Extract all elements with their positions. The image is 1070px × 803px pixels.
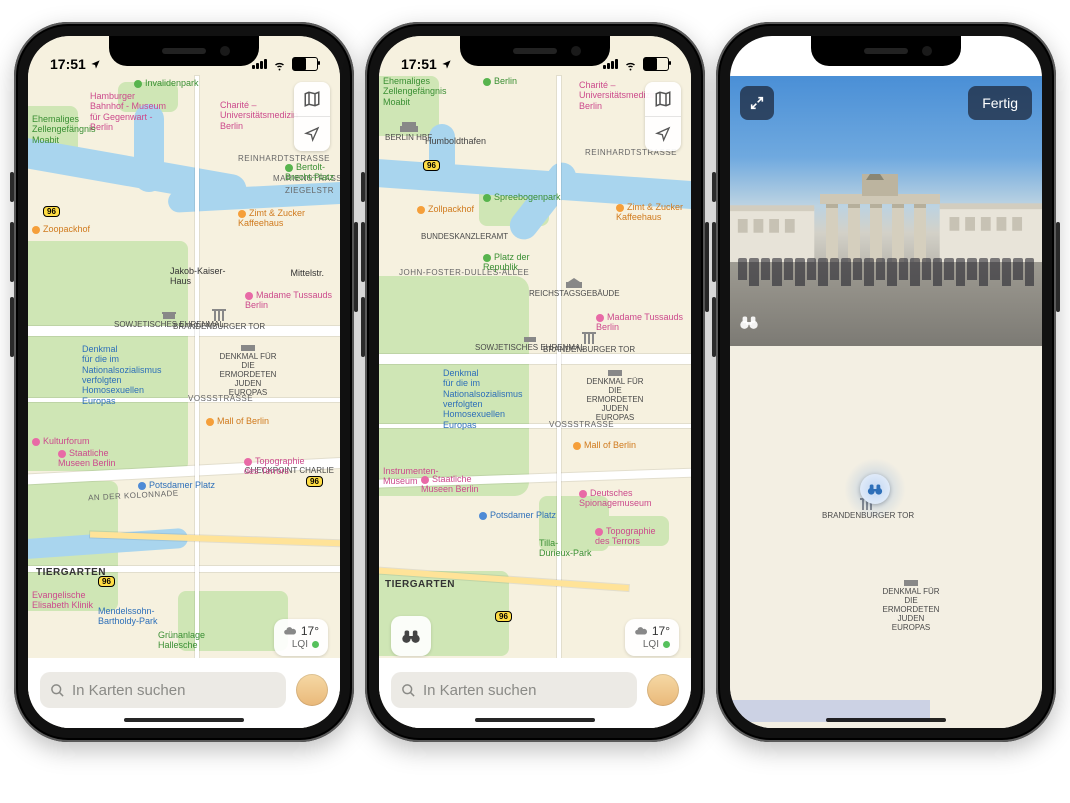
poi-label[interactable]: Ehemaliges Zellengefängnis Moabit bbox=[32, 114, 96, 145]
phone-3: 17:52 bbox=[716, 22, 1056, 742]
search-placeholder: In Karten suchen bbox=[72, 682, 185, 699]
district-label: TIERGARTEN bbox=[385, 579, 455, 590]
poi-label[interactable]: Jakob-Kaiser- Haus bbox=[170, 266, 226, 287]
poi-label[interactable]: Charité – Universitätsmedizin Berlin bbox=[220, 100, 298, 131]
battery-icon bbox=[994, 57, 1020, 71]
aqi-indicator-icon bbox=[663, 641, 670, 648]
location-services-icon bbox=[441, 59, 452, 70]
monument-label: DENKMAL FÜR DIE ERMORDETEN JUDEN EUROPAS bbox=[218, 341, 278, 397]
map-controls bbox=[294, 82, 330, 151]
poi-label[interactable]: Topographie des Terrors bbox=[595, 526, 656, 547]
lookaround-viewport[interactable]: Fertig bbox=[730, 76, 1042, 346]
poi-label[interactable]: Humboldthafen bbox=[425, 136, 486, 146]
battery-icon bbox=[643, 57, 669, 71]
phone-2: 17:51 96 96 TIER bbox=[365, 22, 705, 742]
cell-signal-icon bbox=[252, 59, 267, 69]
poi-label[interactable]: Topographie des Terrors bbox=[244, 456, 305, 477]
poi-label[interactable]: Zimt & Zucker Kaffeehaus bbox=[616, 202, 683, 223]
route-shield: 96 bbox=[306, 476, 323, 487]
poi-label[interactable]: Zoopackhof bbox=[32, 224, 90, 234]
monument-label: BUNDESKANZLERAMT bbox=[421, 232, 508, 241]
map-view[interactable]: BRANDENBURGER TOR DENKMAL FÜR DIE ERMORD… bbox=[730, 346, 1042, 728]
cloud-icon bbox=[634, 624, 648, 638]
poi-label[interactable]: Denkmal für die im Nationalsozialismus v… bbox=[82, 344, 162, 406]
poi-label[interactable]: Zimt & Zucker Kaffeehaus bbox=[238, 208, 305, 229]
poi-label[interactable]: Mendelssohn- Bartholdy-Park bbox=[98, 606, 158, 627]
brandenburg-gate-illustration bbox=[820, 174, 940, 268]
wifi-icon bbox=[272, 57, 287, 72]
profile-avatar[interactable] bbox=[296, 674, 328, 706]
poi-label[interactable]: Deutsches Spionagemuseum bbox=[579, 488, 652, 509]
status-time: 17:51 bbox=[50, 56, 86, 72]
status-time: 17:52 bbox=[752, 56, 788, 72]
search-icon bbox=[50, 683, 65, 698]
route-shield: 96 bbox=[423, 160, 440, 171]
location-services-icon bbox=[792, 59, 803, 70]
poi-label[interactable]: Tilla- Durieux-Park bbox=[539, 538, 592, 559]
map-mode-button[interactable] bbox=[294, 82, 330, 116]
poi-label[interactable]: Zollpackhof bbox=[417, 204, 474, 214]
route-shield: 96 bbox=[495, 611, 512, 622]
poi-label[interactable]: Madame Tussauds Berlin bbox=[596, 312, 683, 333]
home-indicator[interactable] bbox=[124, 718, 244, 722]
poi-label[interactable]: Kulturforum bbox=[32, 436, 90, 446]
status-time: 17:51 bbox=[401, 56, 437, 72]
weather-badge[interactable]: 17° LQI bbox=[274, 619, 328, 657]
search-icon bbox=[401, 683, 416, 698]
map-controls bbox=[645, 82, 681, 151]
poi-label[interactable]: Mittelstr. bbox=[290, 268, 324, 278]
locate-me-button[interactable] bbox=[294, 116, 330, 151]
cell-signal-icon bbox=[603, 59, 618, 69]
poi-label[interactable]: Madame Tussauds Berlin bbox=[245, 290, 332, 311]
locate-me-button[interactable] bbox=[645, 116, 681, 151]
poi-label[interactable]: Mall of Berlin bbox=[573, 440, 636, 450]
cloud-icon bbox=[283, 624, 297, 638]
monument-label: DENKMAL FÜR DIE ERMORDETEN JUDEN EUROPAS bbox=[880, 576, 942, 632]
profile-avatar[interactable] bbox=[647, 674, 679, 706]
poi-label[interactable]: Mall of Berlin bbox=[206, 416, 269, 426]
home-indicator[interactable] bbox=[475, 718, 595, 722]
search-placeholder: In Karten suchen bbox=[423, 682, 536, 699]
poi-label[interactable]: Potsdamer Platz bbox=[138, 480, 215, 490]
location-services-icon bbox=[90, 59, 101, 70]
route-shield: 96 bbox=[43, 206, 60, 217]
poi-label[interactable]: Denkmal für die im Nationalsozialismus v… bbox=[443, 368, 523, 430]
weather-badge[interactable]: 17° LQI bbox=[625, 619, 679, 657]
lookaround-button[interactable] bbox=[391, 616, 431, 656]
expand-button[interactable] bbox=[740, 86, 774, 120]
binoculars-icon bbox=[738, 311, 760, 338]
done-button[interactable]: Fertig bbox=[968, 86, 1032, 120]
lookaround-location-puck[interactable] bbox=[860, 474, 890, 504]
poi-label[interactable]: Spreebogenpark bbox=[483, 192, 561, 202]
poi-label[interactable]: Instrumenten- Museum bbox=[383, 466, 439, 487]
cell-signal-icon bbox=[954, 59, 969, 69]
search-input[interactable]: In Karten suchen bbox=[391, 672, 637, 708]
poi-label[interactable]: Grünanlage Hallesche bbox=[158, 630, 205, 651]
poi-label[interactable]: Platz der Republik bbox=[483, 252, 530, 273]
monument-label: BRANDENBURGER TOR bbox=[543, 332, 635, 354]
phone-1: 17:51 bbox=[14, 22, 354, 742]
poi-label[interactable]: Hamburger Bahnhof - Museum für Gegenwart… bbox=[90, 91, 166, 132]
battery-icon bbox=[292, 57, 318, 71]
map-mode-button[interactable] bbox=[645, 82, 681, 116]
home-indicator[interactable] bbox=[826, 718, 946, 722]
poi-label[interactable]: Potsdamer Platz bbox=[479, 510, 556, 520]
district-label: TIERGARTEN bbox=[36, 567, 106, 578]
wifi-icon bbox=[623, 57, 638, 72]
aqi-indicator-icon bbox=[312, 641, 319, 648]
wifi-icon bbox=[974, 57, 989, 72]
poi-label[interactable]: Bertolt- Brecht-Platz bbox=[285, 162, 334, 183]
poi-label[interactable]: Evangelische Elisabeth Klinik bbox=[32, 590, 93, 611]
monument-label: DENKMAL FÜR DIE ERMORDETEN JUDEN EUROPAS bbox=[585, 366, 645, 422]
poi-label[interactable]: Staatliche Museen Berlin bbox=[58, 448, 116, 469]
monument-label: BRANDENBURGER TOR bbox=[173, 309, 265, 331]
crowd-illustration bbox=[738, 258, 1034, 288]
search-input[interactable]: In Karten suchen bbox=[40, 672, 286, 708]
monument-label: REICHSTAGSGEBÄUDE bbox=[529, 278, 620, 298]
